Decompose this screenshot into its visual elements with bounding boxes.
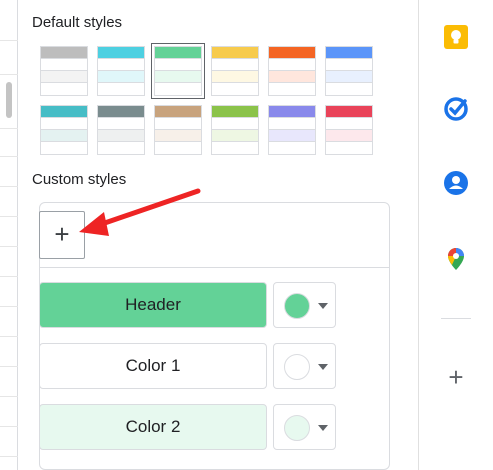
contacts-icon[interactable] — [443, 170, 469, 196]
color-2-button[interactable]: Color 2 — [39, 404, 267, 450]
grid-line — [0, 396, 18, 397]
grid-line — [0, 276, 18, 277]
custom-styles-heading: Custom styles — [32, 171, 127, 188]
grid-line — [0, 306, 18, 307]
custom-styles-divider — [40, 267, 389, 268]
default-style-swatch[interactable] — [268, 46, 316, 96]
default-style-swatch[interactable] — [40, 105, 88, 155]
color-2-picker[interactable] — [273, 404, 336, 450]
default-style-swatch[interactable] — [211, 105, 259, 155]
side-app-rail: + — [418, 0, 493, 470]
maps-icon[interactable] — [443, 246, 469, 272]
spreadsheet-grid-edge — [0, 0, 18, 470]
default-style-swatch[interactable] — [325, 46, 373, 96]
default-style-swatch[interactable] — [97, 105, 145, 155]
grid-line — [0, 336, 18, 337]
grid-line — [0, 366, 18, 367]
color-1-picker[interactable] — [273, 343, 336, 389]
default-style-swatch[interactable] — [97, 46, 145, 96]
color-1-dot — [284, 354, 310, 380]
grid-line — [0, 156, 18, 157]
color-2-dot — [284, 415, 310, 441]
default-style-swatch[interactable] — [40, 46, 88, 96]
default-style-swatch[interactable] — [325, 105, 373, 155]
default-styles-heading: Default styles — [32, 14, 123, 31]
header-color-dot — [284, 293, 310, 319]
keep-icon[interactable] — [443, 24, 469, 50]
dropdown-caret-icon — [318, 303, 328, 309]
rail-divider — [441, 318, 471, 319]
color-1-button[interactable]: Color 1 — [39, 343, 267, 389]
header-color-picker[interactable] — [273, 282, 336, 328]
add-addon-button[interactable]: + — [443, 364, 469, 390]
grid-line — [0, 128, 18, 129]
sheet-scrollbar[interactable] — [6, 82, 12, 118]
dropdown-caret-icon — [318, 364, 328, 370]
default-style-swatch[interactable] — [211, 46, 259, 96]
alternating-colors-panel: Default styles Custom styles + Header Co… — [18, 0, 430, 470]
grid-line — [0, 216, 18, 217]
grid-line — [0, 456, 18, 457]
grid-line — [0, 74, 18, 75]
add-custom-style-button[interactable]: + — [39, 211, 85, 259]
default-style-swatch[interactable] — [154, 105, 202, 155]
app-window: Default styles Custom styles + Header Co… — [0, 0, 493, 470]
header-color-button[interactable]: Header — [39, 282, 267, 328]
grid-line — [0, 426, 18, 427]
grid-line — [0, 40, 18, 41]
grid-line — [0, 186, 18, 187]
dropdown-caret-icon — [318, 425, 328, 431]
grid-line — [0, 246, 18, 247]
default-style-swatch[interactable] — [268, 105, 316, 155]
tasks-icon[interactable] — [443, 96, 469, 122]
default-style-swatch[interactable] — [151, 43, 205, 99]
